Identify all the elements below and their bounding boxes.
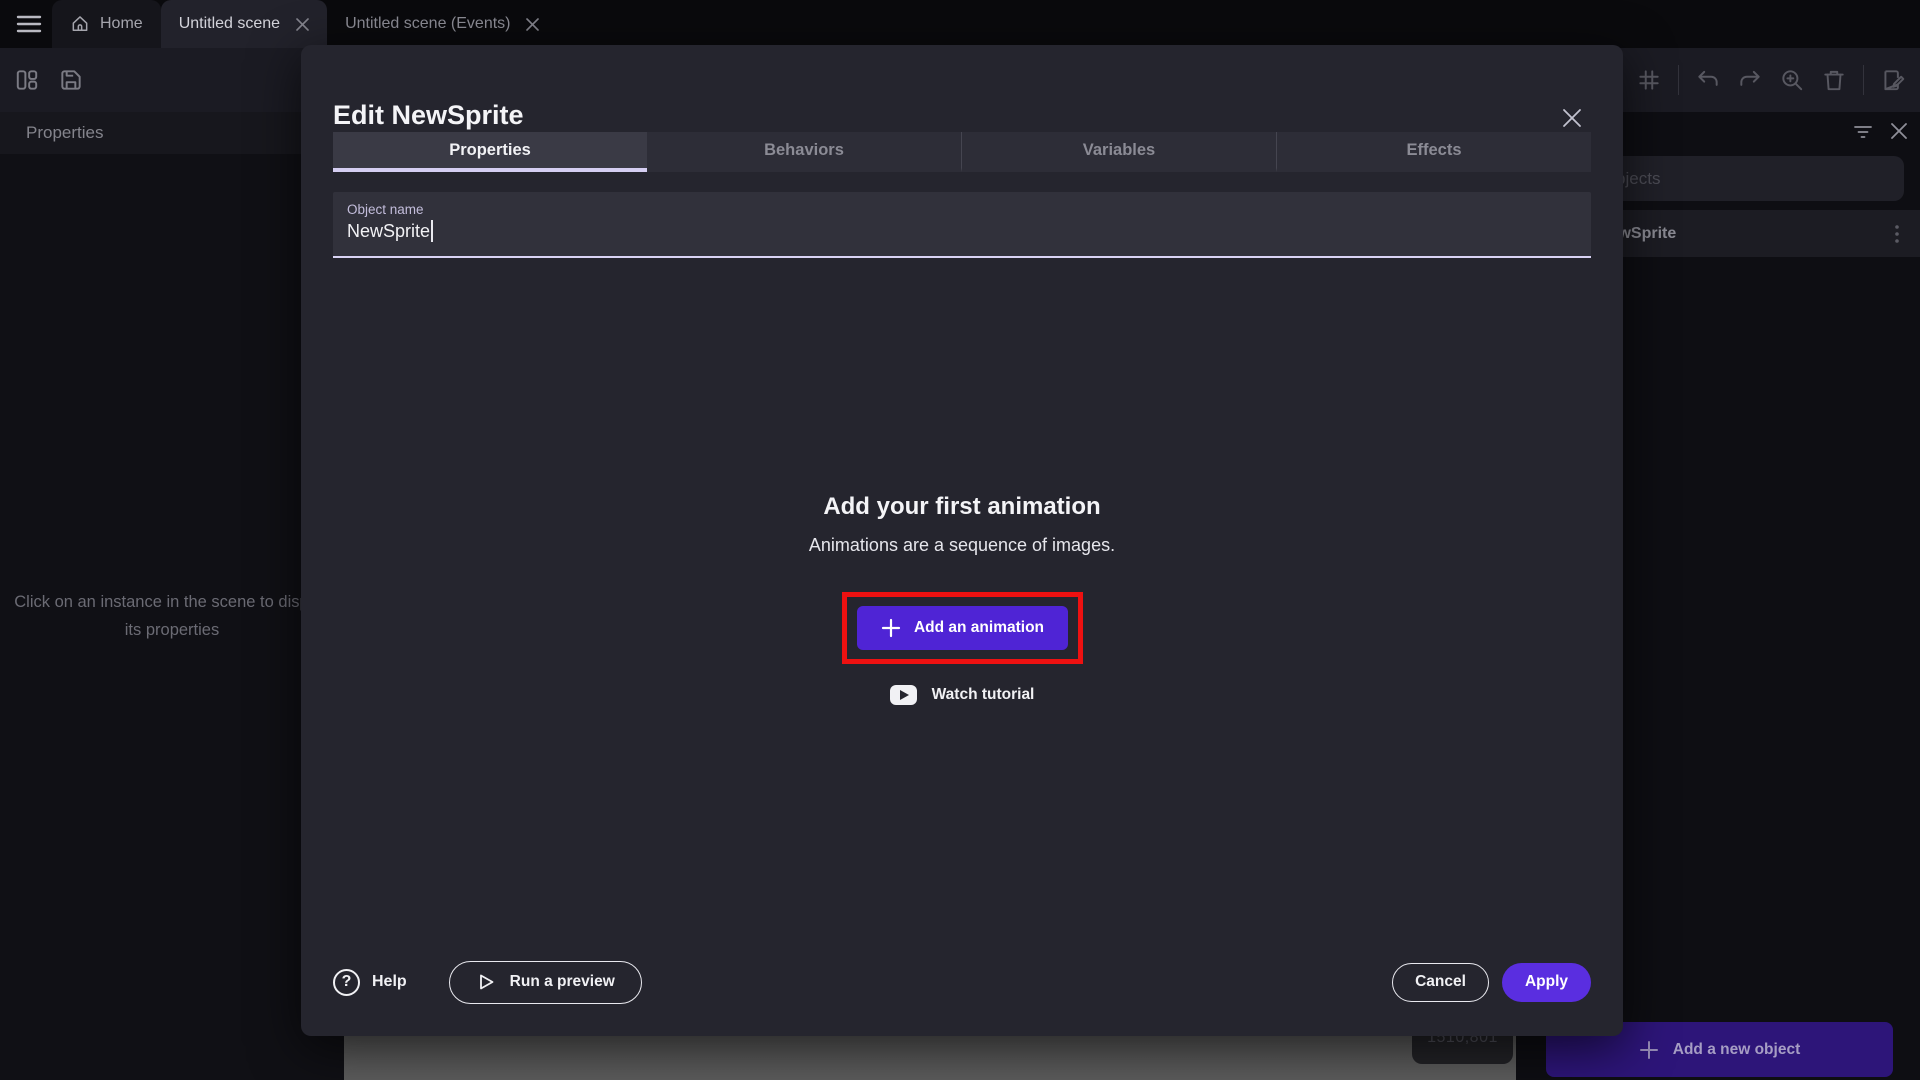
plus-icon bbox=[880, 617, 902, 639]
dialog-close-icon[interactable] bbox=[1561, 107, 1583, 129]
add-animation-button[interactable]: Add an animation bbox=[857, 606, 1068, 650]
toolbar-divider bbox=[1863, 65, 1864, 95]
trash-icon[interactable] bbox=[1821, 67, 1847, 93]
run-preview-button[interactable]: Run a preview bbox=[449, 961, 642, 1004]
youtube-play-icon bbox=[890, 685, 917, 705]
tab-untitled-scene[interactable]: Untitled scene bbox=[161, 0, 327, 48]
text-cursor bbox=[431, 220, 433, 242]
save-icon[interactable] bbox=[58, 67, 84, 93]
apply-button[interactable]: Apply bbox=[1502, 963, 1591, 1002]
question-mark-icon: ? bbox=[333, 969, 360, 996]
empty-state-subtext: Animations are a sequence of images. bbox=[809, 535, 1115, 556]
watch-tutorial-label: Watch tutorial bbox=[932, 686, 1035, 704]
object-name-field-value: NewSprite bbox=[347, 221, 430, 242]
add-new-object-label: Add a new object bbox=[1673, 1041, 1800, 1059]
edit-scene-properties-icon[interactable] bbox=[1880, 67, 1906, 93]
watch-tutorial-link[interactable]: Watch tutorial bbox=[890, 685, 1035, 705]
edit-object-dialog: Edit NewSprite Properties Behaviors Vari… bbox=[301, 45, 1623, 1036]
toolbar-divider bbox=[1678, 65, 1679, 95]
layout-panels-icon[interactable] bbox=[14, 67, 40, 93]
top-tab-bar: Home Untitled scene Untitled scene (Even… bbox=[0, 0, 1920, 48]
kebab-menu-icon[interactable] bbox=[1888, 223, 1906, 245]
tab-label: Untitled scene bbox=[179, 15, 280, 33]
grid-icon[interactable] bbox=[1636, 67, 1662, 93]
tab-properties[interactable]: Properties bbox=[333, 132, 647, 172]
tab-effects[interactable]: Effects bbox=[1276, 132, 1591, 172]
plus-icon bbox=[1639, 1040, 1659, 1060]
help-label: Help bbox=[372, 973, 407, 991]
undo-icon[interactable] bbox=[1695, 67, 1721, 93]
object-name-field[interactable]: Object name NewSprite bbox=[333, 192, 1591, 258]
empty-state-heading: Add your first animation bbox=[823, 493, 1100, 521]
menu-icon[interactable] bbox=[16, 12, 42, 36]
app-window: Home Untitled scene Untitled scene (Even… bbox=[0, 0, 1920, 1080]
close-icon[interactable] bbox=[296, 18, 309, 31]
close-icon[interactable] bbox=[526, 18, 539, 31]
play-icon bbox=[476, 972, 496, 992]
home-icon bbox=[70, 14, 90, 34]
properties-panel-title: Properties bbox=[0, 112, 344, 154]
redo-icon[interactable] bbox=[1737, 67, 1763, 93]
dialog-tabs: Properties Behaviors Variables Effects bbox=[333, 132, 1591, 172]
dialog-title: Edit NewSprite bbox=[333, 100, 524, 131]
tab-label: Untitled scene (Events) bbox=[345, 15, 510, 33]
tab-behaviors[interactable]: Behaviors bbox=[647, 132, 961, 172]
object-name-field-label: Object name bbox=[347, 202, 1577, 217]
filter-icon[interactable] bbox=[1852, 120, 1874, 142]
tab-variables[interactable]: Variables bbox=[961, 132, 1276, 172]
tab-label: Home bbox=[100, 15, 143, 33]
tab-untitled-scene-events[interactable]: Untitled scene (Events) bbox=[327, 0, 557, 48]
cancel-button[interactable]: Cancel bbox=[1392, 963, 1489, 1002]
zoom-in-icon[interactable] bbox=[1779, 67, 1805, 93]
dialog-footer: ? Help Run a preview Cancel Apply bbox=[333, 960, 1591, 1004]
properties-panel: Properties Click on an instance in the s… bbox=[0, 112, 344, 1080]
add-animation-label: Add an animation bbox=[914, 619, 1044, 637]
run-preview-label: Run a preview bbox=[510, 973, 615, 991]
properties-empty-message: Click on an instance in the scene to dis… bbox=[0, 588, 344, 644]
highlight-box: Add an animation bbox=[842, 592, 1083, 664]
help-button[interactable]: ? Help bbox=[333, 969, 407, 996]
tab-home[interactable]: Home bbox=[52, 0, 161, 48]
close-panel-icon[interactable] bbox=[1888, 120, 1910, 142]
object-name-label: NewSprite bbox=[1598, 225, 1888, 243]
